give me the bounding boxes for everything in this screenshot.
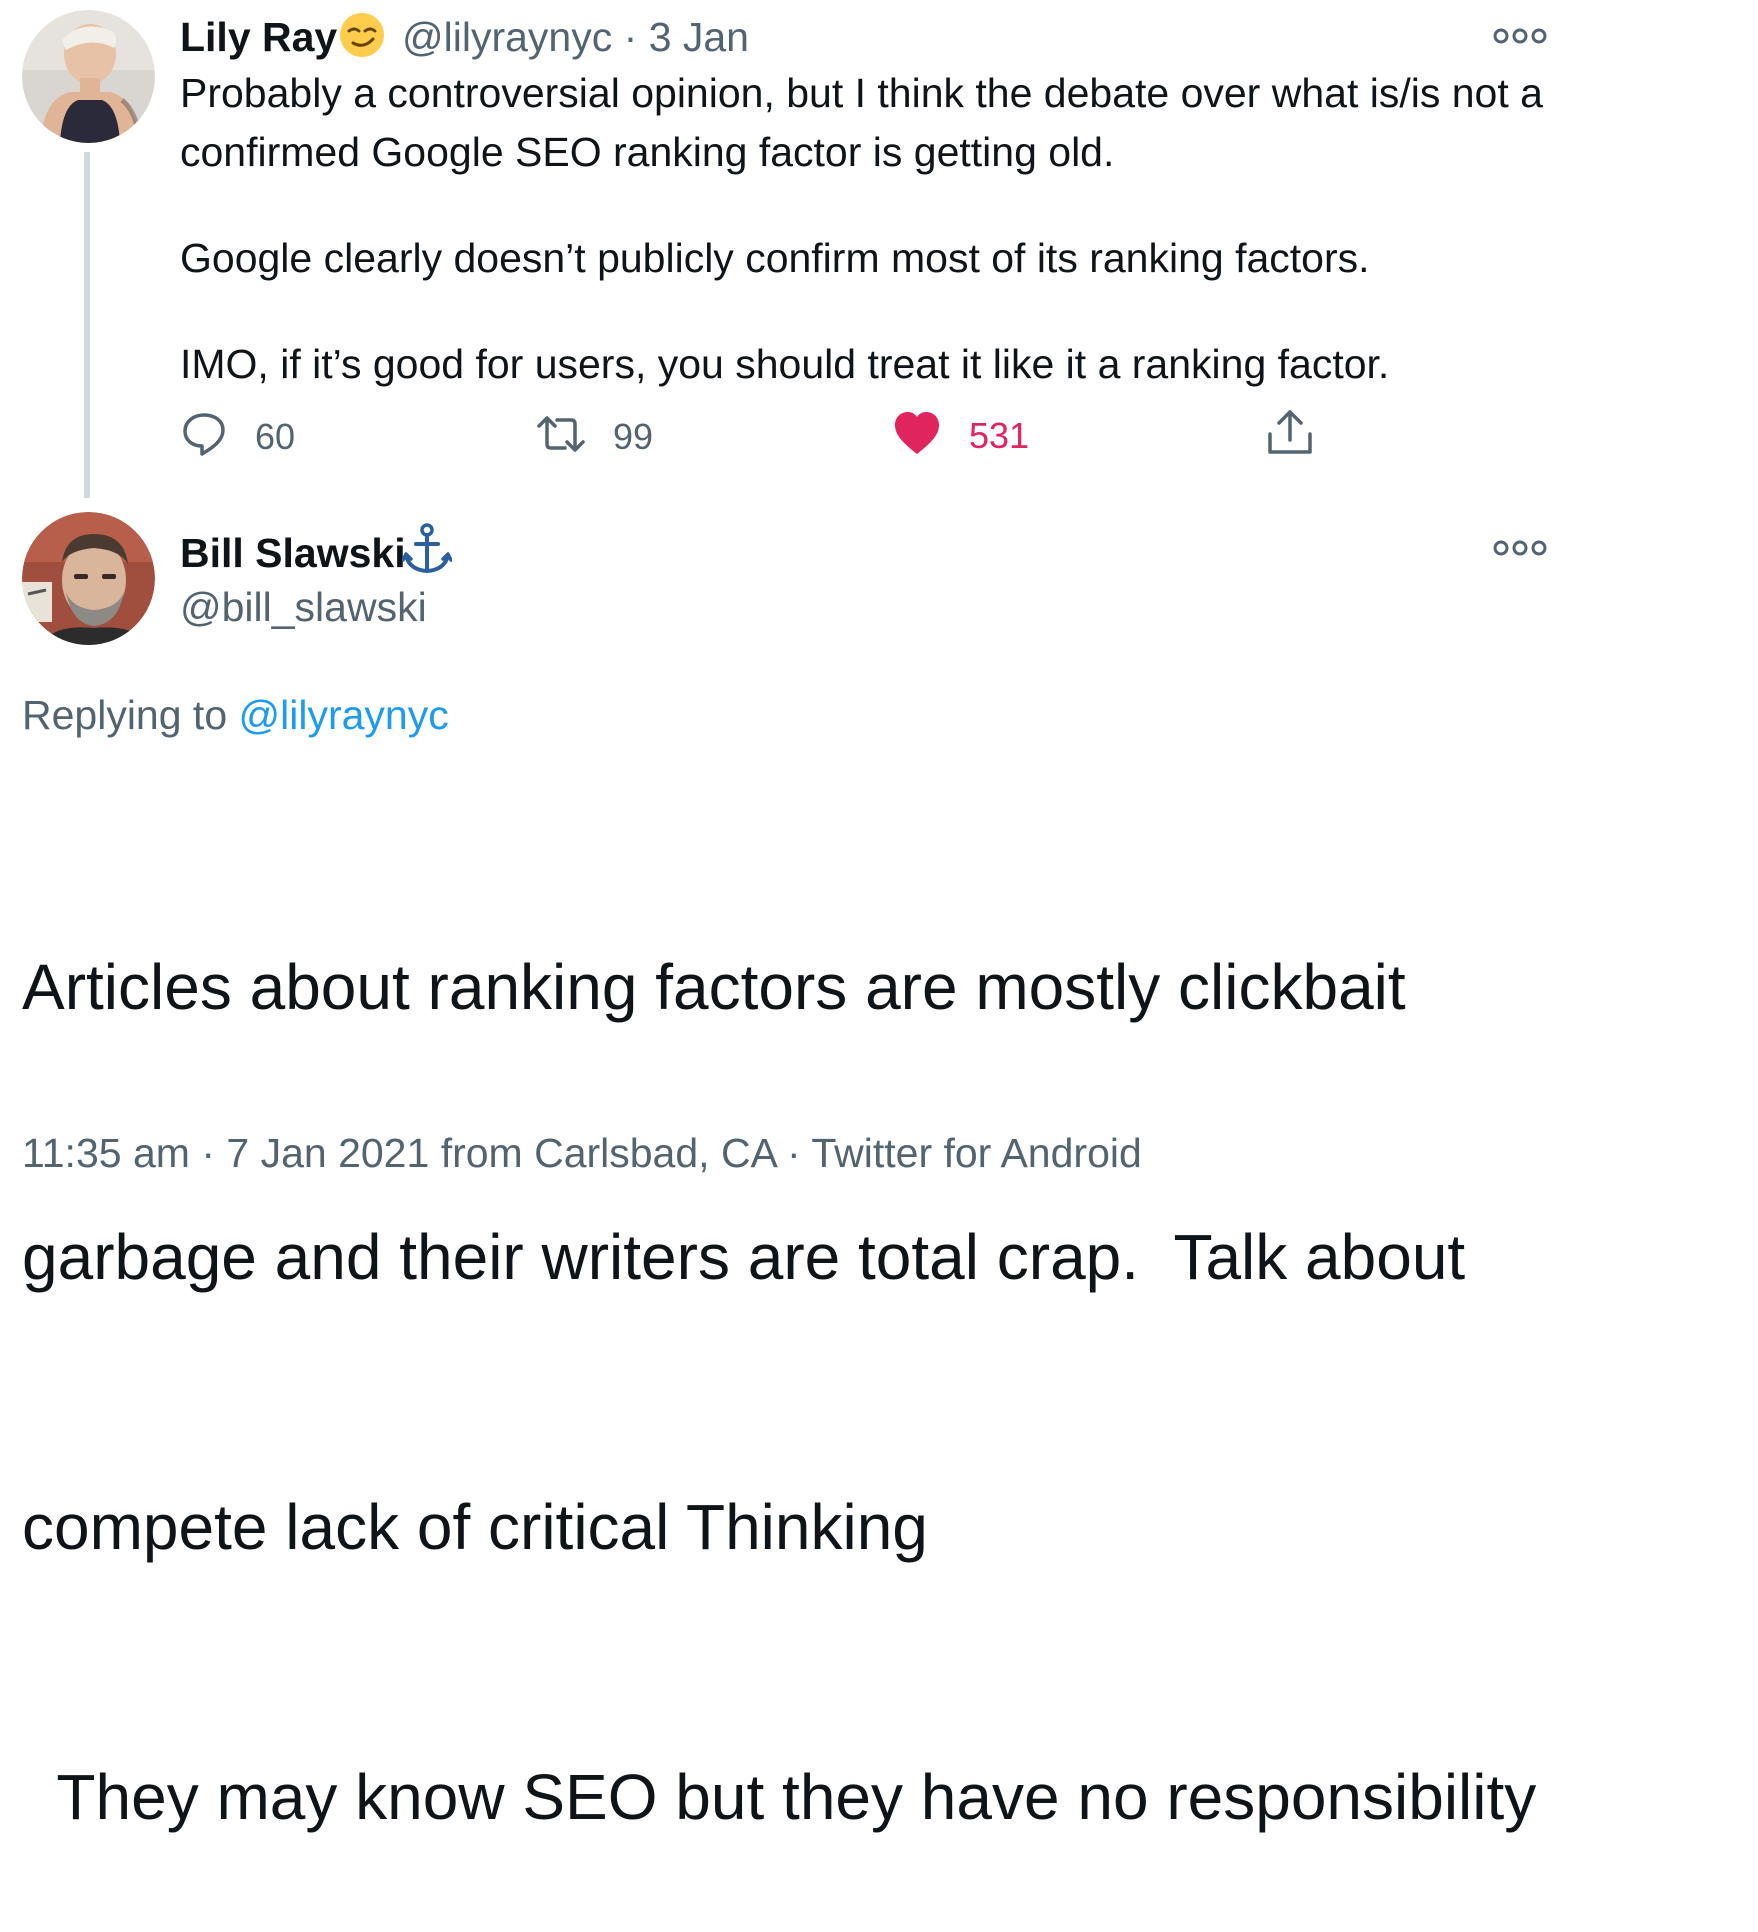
share-icon	[1266, 408, 1314, 463]
anchor-icon	[401, 522, 453, 576]
tweet-date[interactable]: 7 Jan 2021	[226, 1130, 429, 1176]
author-name[interactable]: Lily Ray	[180, 14, 337, 61]
like-button[interactable]: 531	[893, 410, 1029, 461]
tweet-line: Probably a controversial opinion, but I …	[180, 70, 1543, 116]
author-handle[interactable]: @lilyraynyc · 3 Jan	[402, 14, 749, 61]
more-options-icon[interactable]	[1492, 26, 1548, 46]
reply-button[interactable]: 60	[180, 410, 295, 463]
separator-dot: ·	[201, 1130, 215, 1176]
tweet-line: Google clearly doesn’t publicly confirm …	[180, 235, 1370, 281]
separator-dot: ·	[787, 1130, 801, 1176]
replying-handle-link[interactable]: @lilyraynyc	[239, 692, 449, 738]
tweet-date[interactable]: 3 Jan	[649, 14, 749, 60]
thread-connector	[84, 152, 90, 498]
tweet-client[interactable]: Twitter for Android	[811, 1130, 1141, 1176]
retweet-icon	[535, 410, 587, 463]
smirk-emoji-icon	[339, 12, 385, 58]
tweet-text: Probably a controversial opinion, but I …	[180, 64, 1580, 394]
reply-icon	[180, 410, 228, 463]
retweet-button[interactable]: 99	[535, 410, 653, 463]
tweet-line: confirmed Google SEO ranking factor is g…	[180, 129, 1115, 175]
reply-line: compete lack of critical Thinking	[22, 1491, 928, 1563]
avatar-image	[22, 10, 155, 143]
avatar-image	[22, 512, 155, 645]
replying-label: Replying to	[22, 692, 228, 738]
more-options-icon[interactable]	[1492, 538, 1548, 558]
tweet-time[interactable]: 11:35 am	[22, 1130, 190, 1176]
reply-line: garbage and their writers are total crap…	[22, 1221, 1466, 1293]
tweet-location: from Carlsbad, CA	[440, 1130, 776, 1176]
handle-text[interactable]: @lilyraynyc	[402, 14, 612, 60]
replying-to: Replying to @lilyraynyc	[22, 692, 449, 739]
like-count: 531	[969, 414, 1030, 456]
lily-ray-avatar[interactable]	[22, 10, 155, 143]
separator-dot: ·	[623, 14, 638, 60]
heart-icon	[893, 410, 941, 461]
share-button[interactable]	[1266, 408, 1314, 463]
retweet-count: 99	[613, 415, 654, 457]
reply-count: 60	[255, 415, 296, 457]
author-name[interactable]: Bill Slawski	[180, 530, 406, 577]
tweet-metadata: 11:35 am · 7 Jan 2021 from Carlsbad, CA …	[22, 1130, 1142, 1177]
author-handle[interactable]: @bill_slawski	[180, 584, 427, 631]
reply-line: They may know SEO but they have no respo…	[22, 1761, 1537, 1833]
reply-text: Articles about ranking factors are mostl…	[22, 762, 1722, 1932]
reply-line: Articles about ranking factors are mostl…	[22, 951, 1406, 1023]
tweet-line: IMO, if it’s good for users, you should …	[180, 341, 1390, 387]
bill-slawski-avatar[interactable]	[22, 512, 155, 645]
